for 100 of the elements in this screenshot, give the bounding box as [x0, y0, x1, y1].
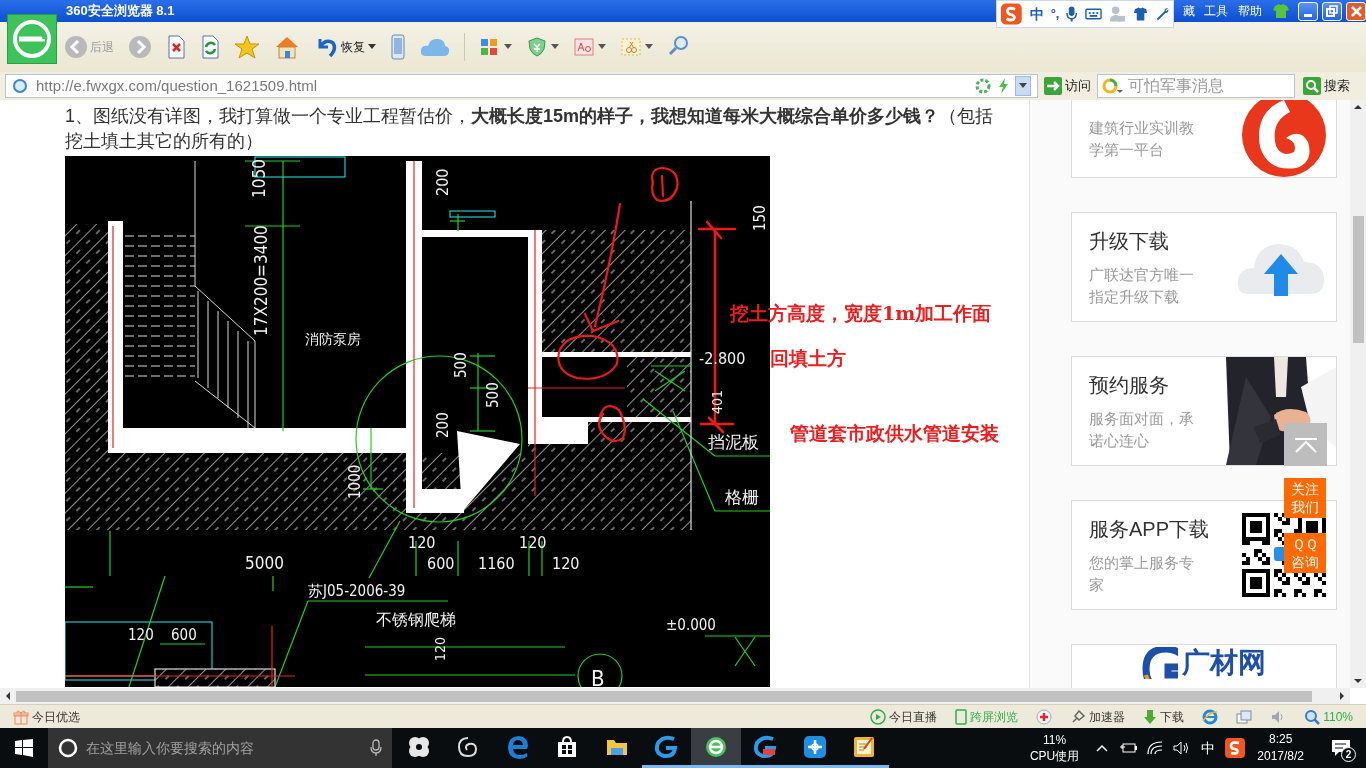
g-swirl-icon: [753, 734, 778, 759]
drawing-label: B: [591, 666, 605, 687]
scroll-thumb[interactable]: [1352, 216, 1364, 343]
clock[interactable]: 8:25 2017/8/2: [1257, 731, 1304, 765]
restore-icon: [1326, 5, 1338, 17]
annotation-text: 管道套市政供水管道安装: [790, 422, 999, 444]
drawing-label: 600: [171, 626, 197, 644]
brand-name: 广材网: [1182, 649, 1266, 677]
battery-plug-icon[interactable]: [1119, 741, 1138, 755]
horizontal-scrollbar[interactable]: [0, 688, 1350, 704]
caret-icon[interactable]: [598, 44, 606, 50]
card-subtitle: 广联达官方唯一指定升级下载: [1089, 265, 1195, 307]
scroll-thumb[interactable]: [16, 690, 1312, 702]
ime-mode-toggle[interactable]: 中: [1029, 3, 1044, 25]
visit-button[interactable]: 访问: [1042, 76, 1093, 96]
caret-icon[interactable]: [645, 44, 653, 50]
card-title: 升级下载: [1089, 229, 1170, 254]
magnifier-icon: [1304, 708, 1321, 725]
taskbar-search-input[interactable]: 在这里输入你要搜索的内容: [86, 737, 362, 759]
menu-item[interactable]: 藏: [1183, 2, 1195, 20]
minimize-icon: [1304, 13, 1312, 17]
close-button[interactable]: [1346, 1, 1366, 21]
sogou-s-icon[interactable]: [1225, 738, 1246, 758]
ie-button[interactable]: [1202, 708, 1219, 725]
go-arrow-icon: [1044, 77, 1062, 95]
date-text: 2017/8/2: [1257, 748, 1304, 765]
drawing-label: 500: [452, 352, 470, 378]
download-arrow-icon: [1143, 708, 1158, 725]
punctuation-toggle[interactable]: °,: [1050, 4, 1060, 24]
sidebar-card[interactable]: 预约服务 服务面对面，承诺心连心: [1071, 356, 1337, 466]
minimize-button[interactable]: [1298, 1, 1318, 21]
drawing-label: 1000: [346, 464, 364, 499]
refresh-icon[interactable]: [200, 34, 220, 60]
cpu-label: CPU使用: [1029, 748, 1080, 764]
notepad-icon: [852, 734, 877, 759]
address-field[interactable]: http://e.fwxgx.com/question_1621509.html: [5, 74, 1038, 98]
card-title: 预约服务: [1089, 373, 1170, 398]
menu-item[interactable]: 工具: [1204, 2, 1228, 20]
question-text: 1、图纸没有详图，我打算做一个专业工程暂估价，大概长度15m的样子，我想知道每米大概综合单价多少钱？（包括挖土填土其它的所有的）: [65, 105, 995, 153]
shield-icon[interactable]: [526, 36, 548, 58]
search-button[interactable]: 搜索: [1303, 76, 1350, 96]
shirt-icon[interactable]: [1272, 3, 1290, 19]
microphone-icon[interactable]: [370, 739, 382, 757]
vertical-scrollbar[interactable]: [1350, 100, 1366, 688]
skin-shirt-icon[interactable]: [1132, 6, 1148, 22]
caret-icon[interactable]: [551, 44, 559, 50]
card-subtitle: 您的掌上服务专家: [1089, 553, 1195, 595]
caret-icon[interactable]: [504, 44, 512, 50]
font-size-icon[interactable]: [573, 36, 595, 58]
dropdown-button[interactable]: [1015, 76, 1031, 96]
download-button[interactable]: 下载: [1143, 707, 1185, 726]
today-picks-button[interactable]: 今日优选: [13, 707, 80, 726]
overlapping-windows-icon: [1236, 708, 1253, 725]
drawing-label: 200: [434, 412, 452, 438]
drawing-label: 5000: [245, 553, 284, 573]
gift-icon: [13, 708, 29, 725]
medical-cross-icon: [1036, 708, 1053, 725]
notification-count: 2: [1341, 747, 1356, 762]
microphone-icon[interactable]: [1066, 5, 1078, 23]
card-subtitle: 服务面对面，承诺心连心: [1089, 409, 1195, 451]
drawing-label: ±0.000: [666, 616, 716, 634]
card-title: 服务APP下载: [1089, 517, 1210, 542]
drawing-label: 不锈钢爬梯: [376, 610, 456, 629]
live-button[interactable]: 今日直播: [870, 707, 938, 726]
restore-button[interactable]: 恢复: [314, 35, 376, 59]
drawing-label: 500: [484, 382, 502, 408]
sidebar-card[interactable]: 升级下载 广联达官方唯一指定升级下载: [1071, 212, 1337, 322]
window-title: 360安全浏览器 8.1: [66, 2, 175, 21]
wifi-icon[interactable]: [1147, 741, 1164, 755]
windows-logo-icon: [15, 739, 33, 757]
drawing-label: 120: [432, 636, 448, 661]
taskbar-search-field[interactable]: 在这里输入你要搜索的内容: [48, 728, 392, 768]
search-engine-icon[interactable]: [1102, 77, 1124, 95]
play-icon: [870, 708, 887, 725]
accelerator-button[interactable]: 加速器: [1070, 707, 1126, 726]
sidebar-card[interactable]: 广材网: [1071, 644, 1337, 688]
stop-page-icon[interactable]: [166, 34, 186, 60]
keyboard-icon[interactable]: [1084, 7, 1102, 21]
e-logo-icon: [703, 734, 728, 759]
annotation-text: 回填土方: [770, 347, 846, 369]
drawing-label: 挡泥板: [708, 432, 759, 452]
search-icon: [1303, 77, 1321, 95]
home-icon[interactable]: [274, 34, 300, 60]
drawing-label: 格栅: [725, 487, 759, 507]
restore-button[interactable]: [1322, 1, 1342, 21]
taskbar-app-button[interactable]: [691, 728, 741, 768]
ie-logo-icon: [1202, 708, 1219, 725]
drawing-label: 120: [408, 533, 436, 552]
health-button[interactable]: [1036, 708, 1053, 725]
cortana-circle-icon: [58, 738, 78, 758]
caret-icon: [1019, 83, 1027, 89]
ime-indicator[interactable]: 中: [1201, 737, 1216, 759]
favorites-star-icon[interactable]: [234, 34, 260, 60]
notifications-button[interactable]: 2: [1324, 728, 1358, 768]
chevron-up-icon[interactable]: [1095, 743, 1110, 753]
settings-icon[interactable]: [1154, 6, 1170, 22]
loading-spinner-icon: [975, 78, 991, 94]
menu-item[interactable]: 帮助: [1238, 2, 1262, 20]
cpu-percent: 11%: [1043, 732, 1067, 748]
drawing-label: 120: [519, 533, 547, 552]
